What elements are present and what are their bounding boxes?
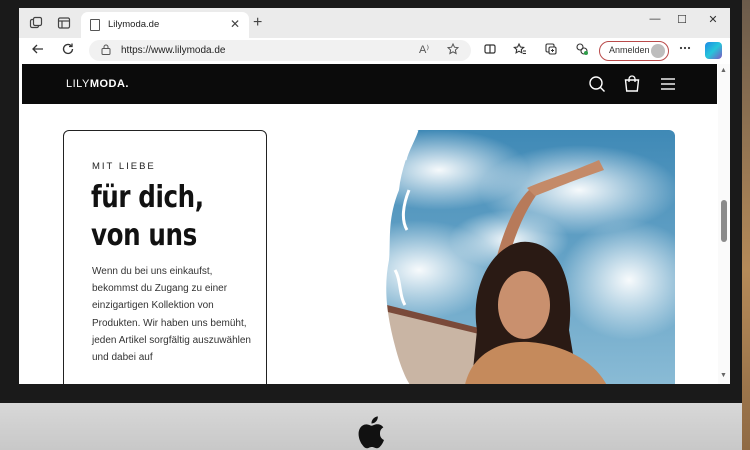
- tab-lilymoda[interactable]: Lilymoda.de ✕: [81, 12, 249, 38]
- star-icon[interactable]: [446, 42, 460, 58]
- card-eyebrow: MIT LIEBE: [92, 161, 156, 172]
- scroll-down-icon[interactable]: ▼: [720, 372, 727, 379]
- apple-logo-icon: [358, 415, 390, 449]
- signin-label: Anmelden: [609, 45, 650, 55]
- search-icon[interactable]: [587, 74, 607, 94]
- extensions-icon[interactable]: [573, 42, 591, 59]
- hero-image: [359, 130, 675, 384]
- url-text[interactable]: https://www.lilymoda.de: [121, 45, 226, 56]
- hamburger-menu-icon[interactable]: [658, 74, 678, 94]
- collections-icon[interactable]: [542, 42, 560, 59]
- close-window-button[interactable]: ✕: [703, 13, 723, 26]
- browser-window: Lilymoda.de ✕ + — ☐ ✕ https://www.lilymo…: [19, 8, 730, 384]
- page-favicon-icon: [90, 19, 100, 31]
- profile-avatar-icon: [651, 44, 665, 58]
- site-logo-light: LILY: [66, 78, 90, 90]
- split-screen-icon[interactable]: [481, 42, 499, 59]
- tab-close-icon[interactable]: ✕: [230, 17, 240, 31]
- favorites-icon[interactable]: [511, 42, 529, 59]
- card-title: für dich, von uns: [91, 180, 204, 253]
- site-logo[interactable]: LILYMODA.: [66, 78, 129, 90]
- site-logo-bold: MODA.: [89, 78, 129, 90]
- signin-button[interactable]: Anmelden: [599, 41, 669, 61]
- shopping-bag-icon[interactable]: [622, 74, 642, 94]
- scroll-up-icon[interactable]: ▲: [720, 67, 727, 74]
- new-tab-button[interactable]: +: [253, 14, 262, 32]
- more-icon[interactable]: [676, 41, 694, 58]
- card-body: Wenn du bei uns einkaufst, bekommst du Z…: [92, 266, 251, 364]
- monitor-frame: Lilymoda.de ✕ + — ☐ ✕ https://www.lilymo…: [0, 0, 742, 403]
- maximize-button[interactable]: ☐: [672, 13, 692, 26]
- copilot-icon[interactable]: [705, 42, 722, 59]
- scroll-thumb[interactable]: [721, 200, 727, 242]
- tab-actions-icon[interactable]: [57, 16, 71, 30]
- monitor-chin: [0, 403, 742, 450]
- address-toolbar: https://www.lilymoda.de A⁾ Anmelden: [19, 38, 730, 64]
- title-bar: Lilymoda.de ✕ + — ☐ ✕: [19, 8, 730, 38]
- site-header: LILYMODA.: [22, 64, 717, 104]
- tab-title: Lilymoda.de: [108, 19, 160, 30]
- vertical-scrollbar[interactable]: ▲ ▼: [718, 64, 730, 384]
- page-viewport: LILYMODA. MIT LIEBE für dich, von uns We…: [19, 64, 730, 384]
- back-arrow-icon[interactable]: [29, 42, 47, 59]
- lock-icon[interactable]: [101, 44, 111, 58]
- workspaces-icon[interactable]: [29, 16, 43, 30]
- read-aloud-icon[interactable]: A⁾: [419, 43, 429, 56]
- intro-card: MIT LIEBE für dich, von uns Wenn du bei …: [63, 130, 267, 384]
- refresh-icon[interactable]: [59, 42, 77, 59]
- minimize-button[interactable]: —: [645, 13, 665, 25]
- address-bar[interactable]: https://www.lilymoda.de A⁾: [89, 40, 471, 61]
